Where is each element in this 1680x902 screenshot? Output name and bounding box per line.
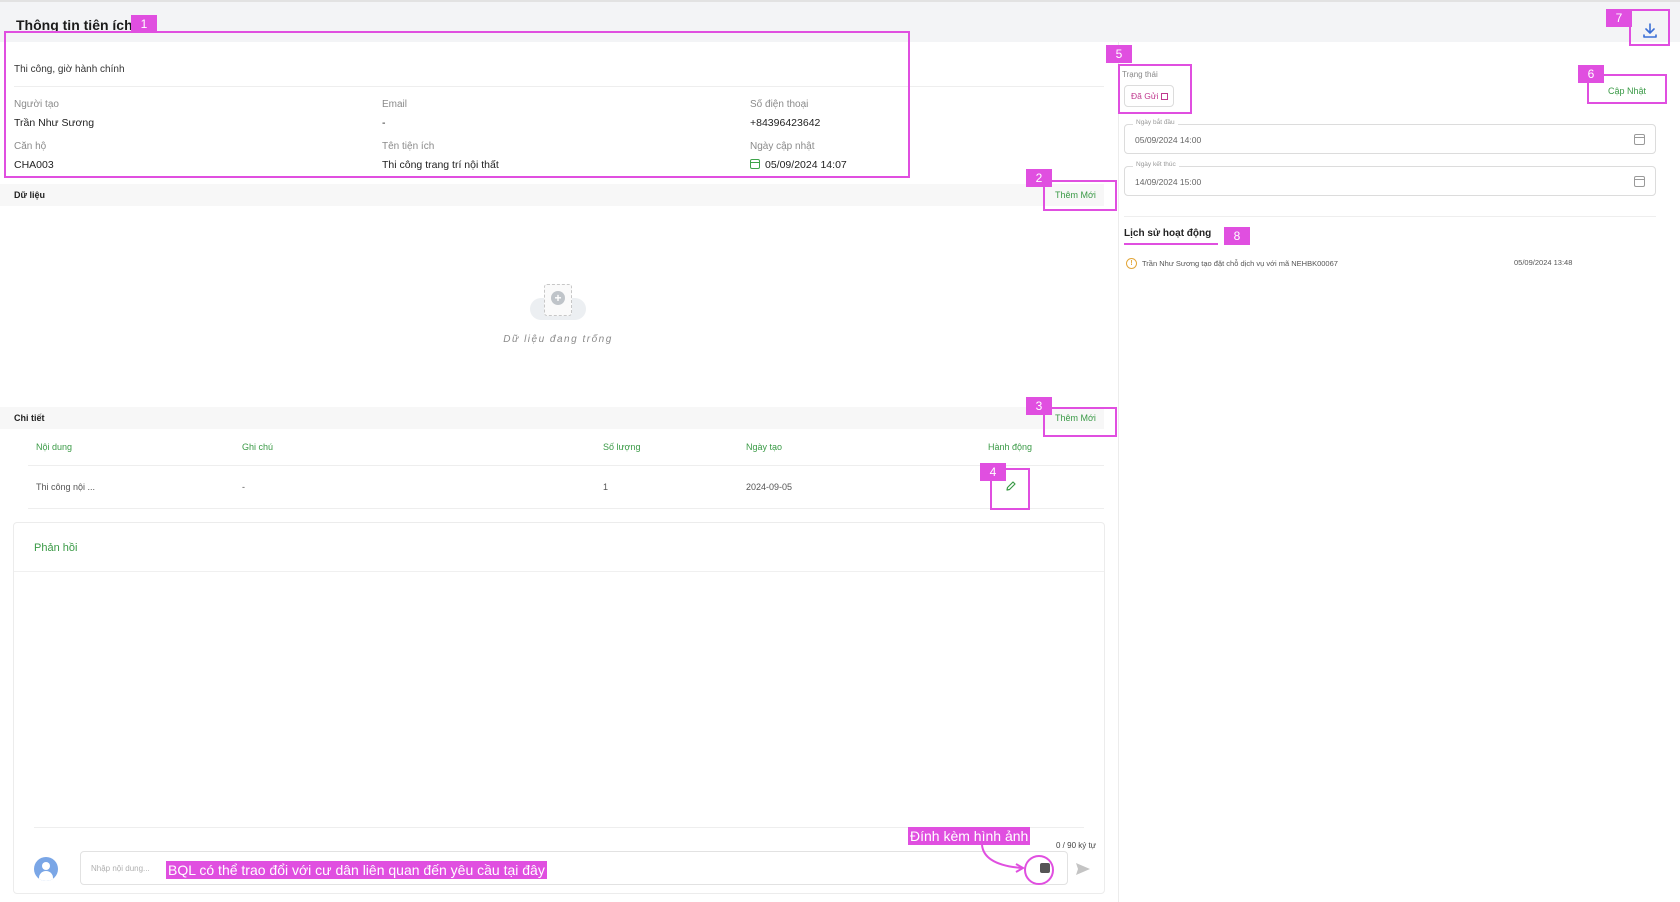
detail-section-title: Chi tiết: [14, 413, 45, 423]
info-icon: !: [1126, 258, 1137, 269]
empty-state-text: Dữ liệu đang trống: [503, 334, 613, 345]
character-counter: 0 / 90 ký tự: [1056, 841, 1097, 850]
table-row-divider: [28, 508, 1104, 509]
data-section-title: Dữ liệu: [14, 190, 46, 200]
attach-annotation-circle: [1024, 855, 1054, 885]
row-quantity: 1: [603, 482, 609, 492]
divider: [1124, 216, 1656, 217]
annotation-box-3: [1043, 407, 1117, 437]
annotation-number-1: 1: [131, 15, 157, 33]
row-content: Thi công nội ...: [36, 482, 96, 492]
data-section-header: Dữ liệu: [0, 184, 1104, 206]
detail-section-header: Chi tiết: [0, 407, 1104, 429]
annotation-number-3: 3: [1026, 397, 1052, 415]
column-header-content: Nội dung: [36, 442, 73, 452]
input-annotation: BQL có thể trao đổi với cư dân liên quan…: [166, 861, 547, 879]
annotation-arrow: [981, 844, 1026, 873]
end-date-value: 14/09/2024 15:00: [1135, 177, 1202, 187]
end-date-field[interactable]: Ngày kết thúc 14/09/2024 15:00: [1124, 161, 1656, 196]
row-created: 2024-09-05: [746, 482, 793, 492]
column-header-note: Ghi chú: [242, 442, 274, 452]
annotation-number-8: 8: [1224, 227, 1250, 245]
table-header-divider: [28, 465, 1104, 466]
column-header-quantity: Số lượng: [603, 442, 641, 452]
start-date-field[interactable]: Ngày bắt đầu 05/09/2024 14:00: [1124, 119, 1656, 154]
annotation-number-4: 4: [980, 463, 1006, 481]
history-item-time: 05/09/2024 13:48: [1514, 258, 1573, 267]
avatar-icon: [34, 857, 58, 881]
history-underline: [1124, 243, 1218, 245]
feedback-title: Phản hồi: [34, 542, 78, 554]
calendar-icon[interactable]: [1634, 176, 1645, 187]
annotation-number-5: 5: [1106, 45, 1132, 63]
send-icon: [1076, 863, 1090, 875]
column-header-created: Ngày tạo: [746, 442, 783, 452]
annotation-number-7: 7: [1606, 9, 1632, 27]
annotation-box-7: [1629, 9, 1670, 46]
row-note: -: [242, 482, 245, 492]
calendar-icon[interactable]: [1634, 134, 1645, 145]
send-button[interactable]: [1074, 861, 1092, 877]
annotation-box-2: [1043, 180, 1117, 211]
column-header-actions: Hành động: [988, 442, 1033, 452]
annotation-number-6: 6: [1578, 65, 1604, 83]
end-date-label: Ngày kết thúc: [1133, 161, 1179, 168]
history-item-text: Trần Như Sương tạo đặt chỗ dịch vụ với m…: [1142, 259, 1338, 268]
empty-state: + Dữ liệu đang trống: [498, 284, 618, 345]
annotation-number-2: 2: [1026, 169, 1052, 187]
history-title: Lịch sử hoạt động: [1124, 228, 1212, 239]
start-date-label: Ngày bắt đầu: [1133, 119, 1178, 126]
annotation-box-5: [1118, 64, 1192, 114]
start-date-value: 05/09/2024 14:00: [1135, 135, 1202, 145]
annotation-box-1: [4, 31, 910, 178]
plus-icon: +: [551, 291, 565, 305]
empty-illustration: +: [530, 284, 586, 324]
